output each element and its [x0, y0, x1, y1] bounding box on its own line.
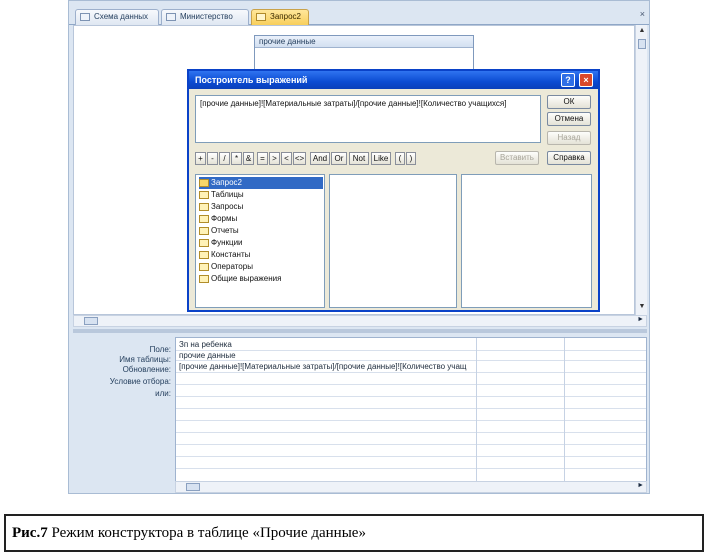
folder-icon [199, 263, 209, 271]
scroll-thumb[interactable] [638, 39, 646, 49]
document-tabs: Схема данных Министерство Запрос2 × [69, 7, 649, 25]
scroll-thumb[interactable] [84, 317, 98, 325]
expression-builder-dialog: Построитель выражений ? × [прочие данные… [187, 69, 600, 312]
scroll-right-icon[interactable]: ► [637, 482, 644, 489]
operator-equals-button[interactable]: = [257, 152, 268, 165]
ok-button[interactable]: ОК [547, 95, 591, 109]
grid-cell-field[interactable]: Зп на ребенка [179, 340, 469, 349]
figure-caption-text: Режим конструктора в таблице «Прочие дан… [47, 525, 366, 541]
grid-horizontal-scrollbar[interactable]: ► [175, 481, 647, 493]
grid-cell-table[interactable]: прочие данные [179, 351, 469, 360]
row-label-criteria: Условие отбора: [109, 377, 171, 386]
figure-caption: Рис.7 Режим конструктора в таблице «Проч… [4, 514, 704, 552]
dialog-title: Построитель выражений [195, 75, 308, 85]
folder-icon [199, 191, 209, 199]
design-grid[interactable]: Зп на ребенка прочие данные [прочие данн… [175, 337, 647, 483]
row-label-table: Имя таблицы: [119, 355, 171, 364]
close-icon[interactable]: × [640, 9, 645, 19]
row-label-or: или: [155, 389, 171, 398]
help-button[interactable]: Справка [547, 151, 591, 165]
operator-or-button[interactable]: Or [331, 152, 347, 165]
tree-item-reports[interactable]: Отчеты [199, 225, 239, 237]
query-icon [256, 13, 266, 21]
expression-input[interactable]: [прочие данные]![Материальные затраты]/[… [195, 95, 541, 143]
tree-item-queries[interactable]: Запросы [199, 201, 243, 213]
expression-categories-list[interactable] [329, 174, 457, 308]
folder-icon [199, 239, 209, 247]
row-label-field: Поле: [149, 345, 171, 354]
operator-like-button[interactable]: Like [371, 152, 391, 165]
operator-open-paren-button[interactable]: ( [395, 152, 405, 165]
scroll-down-icon[interactable]: ▼ [636, 301, 648, 313]
table-icon [166, 13, 176, 21]
operator-not-button[interactable]: Not [349, 152, 369, 165]
scroll-up-icon[interactable]: ▲ [636, 25, 648, 37]
operator-minus-button[interactable]: - [207, 152, 218, 165]
operator-greater-button[interactable]: > [269, 152, 280, 165]
folder-icon [199, 275, 209, 283]
tree-item-functions[interactable]: Функции [199, 237, 243, 249]
folder-icon [199, 251, 209, 259]
folder-icon [199, 227, 209, 235]
row-label-update: Обновление: [122, 365, 171, 374]
operator-divide-button[interactable]: / [219, 152, 230, 165]
grid-row-labels: Поле: Имя таблицы: Обновление: Условие о… [73, 337, 171, 483]
query-design-grid-pane: Поле: Имя таблицы: Обновление: Условие о… [73, 333, 647, 493]
tree-item-common-expressions[interactable]: Общие выражения [199, 273, 281, 285]
expression-values-list[interactable] [461, 174, 592, 308]
scroll-right-icon[interactable]: ► [637, 316, 644, 323]
dialog-titlebar: Построитель выражений ? × [189, 71, 598, 89]
tree-item-forms[interactable]: Формы [199, 213, 237, 225]
operator-plus-button[interactable]: + [195, 152, 206, 165]
operator-and-button[interactable]: And [310, 152, 330, 165]
expression-elements-tree[interactable]: Запрос2 Таблицы Запросы Формы Отчеты Фун… [195, 174, 325, 308]
operator-concat-button[interactable]: & [243, 152, 254, 165]
tab-query2[interactable]: Запрос2 [251, 9, 309, 25]
operator-not-equal-button[interactable]: <> [293, 152, 306, 165]
folder-icon [199, 203, 209, 211]
table-field-list-title: прочие данные [255, 36, 473, 48]
tab-ministry[interactable]: Министерство [161, 9, 249, 25]
folder-open-icon [199, 179, 209, 187]
paste-button[interactable]: Вставить [495, 151, 539, 165]
relationships-icon [80, 13, 90, 21]
vertical-scrollbar[interactable]: ▲ ▼ [635, 25, 647, 315]
undo-button[interactable]: Назад [547, 131, 591, 145]
tree-item-constants[interactable]: Константы [199, 249, 250, 261]
grid-cell-update[interactable]: [прочие данные]![Материальные затраты]/[… [179, 362, 475, 371]
cancel-button[interactable]: Отмена [547, 112, 591, 126]
upper-horizontal-scrollbar[interactable]: ► [73, 315, 647, 327]
operator-less-button[interactable]: < [281, 152, 292, 165]
help-icon[interactable]: ? [561, 73, 575, 87]
folder-icon [199, 215, 209, 223]
operator-multiply-button[interactable]: * [231, 152, 242, 165]
scroll-thumb[interactable] [186, 483, 200, 491]
tree-item-operators[interactable]: Операторы [199, 261, 253, 273]
tree-item-query2[interactable]: Запрос2 [199, 177, 323, 189]
tab-data-schema[interactable]: Схема данных [75, 9, 159, 25]
operator-close-paren-button[interactable]: ) [406, 152, 416, 165]
close-icon[interactable]: × [579, 73, 593, 87]
tree-item-tables[interactable]: Таблицы [199, 189, 244, 201]
figure-label: Рис.7 [12, 525, 48, 541]
